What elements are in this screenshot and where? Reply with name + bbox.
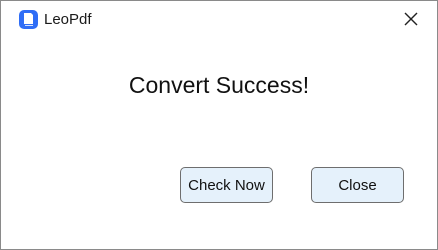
- close-icon[interactable]: [401, 9, 421, 29]
- window-title: LeoPdf: [44, 11, 92, 28]
- success-message: Convert Success!: [128, 72, 310, 98]
- dialog-window: LeoPdf Convert Success! Check Now Close: [0, 0, 438, 250]
- leopdf-logo-icon: [19, 10, 38, 29]
- check-now-button[interactable]: Check Now: [180, 167, 273, 203]
- title-bar: LeoPdf: [1, 1, 437, 37]
- close-button[interactable]: Close: [311, 167, 404, 203]
